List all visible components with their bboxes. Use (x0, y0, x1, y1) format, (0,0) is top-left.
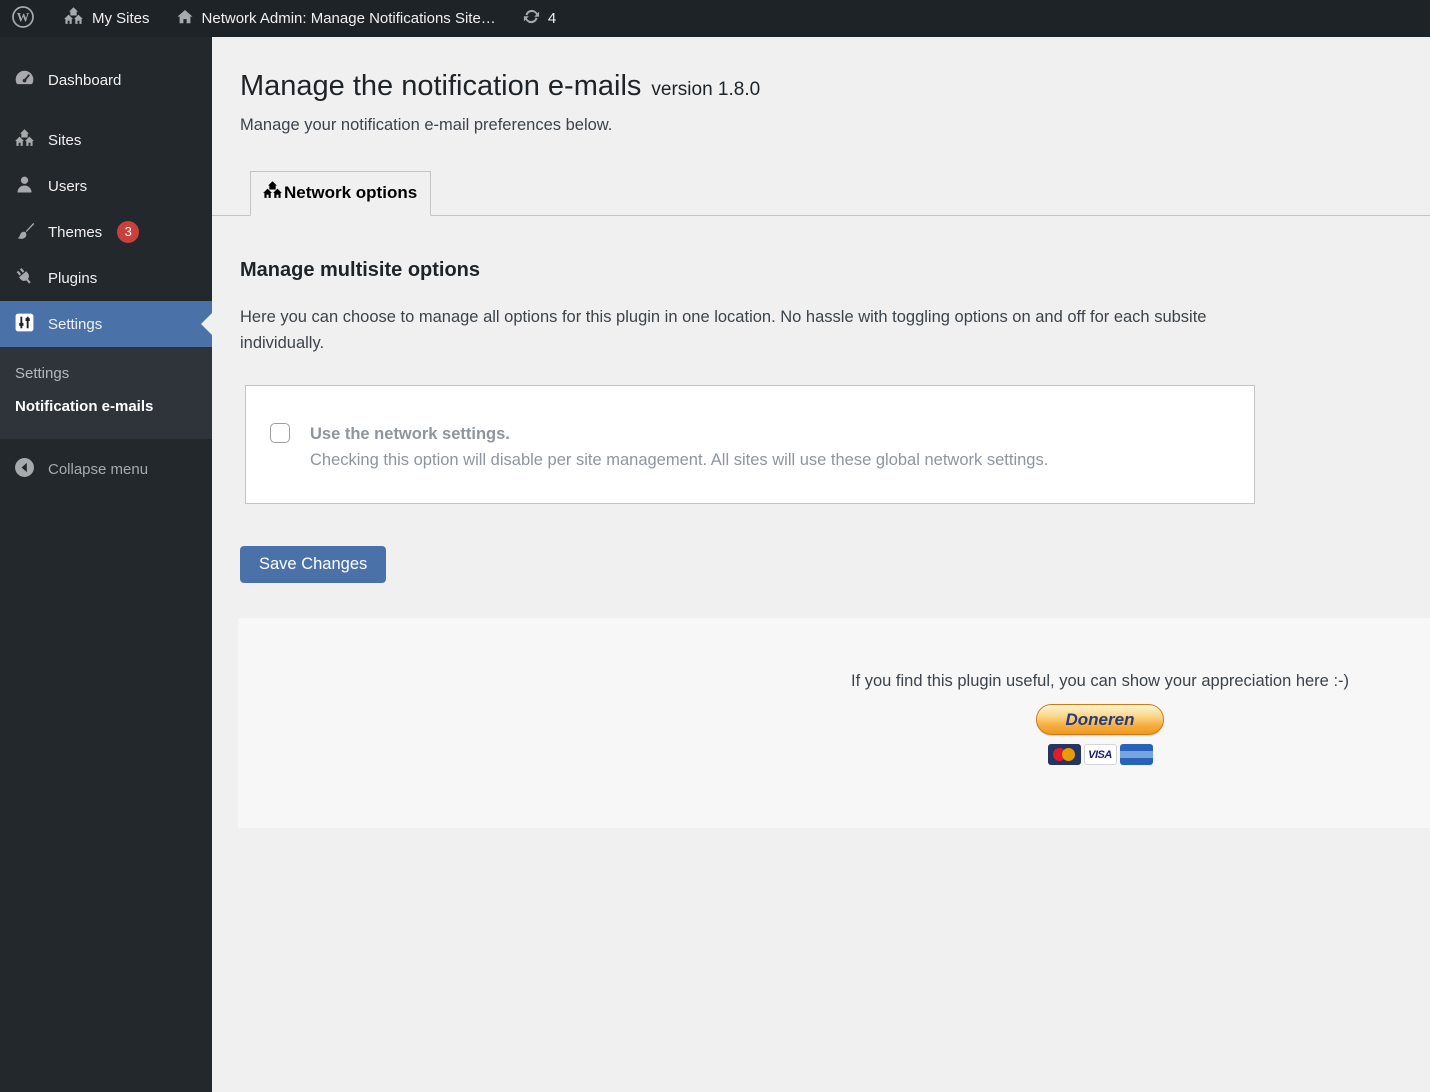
donation-band: If you find this plugin useful, you can … (238, 618, 1430, 828)
admin-bar: W My Sites Network Admin: Manage Notific… (0, 0, 1430, 37)
dashboard-gauge-icon (14, 68, 35, 93)
paypal-donate-button[interactable]: Doneren (1036, 704, 1164, 735)
sidebar-item-label: Settings (48, 316, 102, 333)
multisite-houses-icon (262, 180, 283, 206)
active-menu-arrow (201, 313, 212, 335)
submenu-item-settings[interactable]: Settings (0, 357, 212, 390)
sidebar-item-sites[interactable]: Sites (0, 117, 212, 163)
my-sites-menu[interactable]: My Sites (57, 0, 156, 37)
section-description: Here you can choose to manage all option… (240, 304, 1245, 356)
wordpress-logo-icon: W (11, 5, 35, 33)
multisite-houses-icon (63, 6, 84, 31)
option-description: Checking this option will disable per si… (310, 447, 1048, 473)
sidebar-item-label: Themes (48, 224, 102, 241)
save-changes-button[interactable]: Save Changes (240, 546, 386, 583)
page-title-text: Manage the notification e-mails (240, 70, 641, 102)
plug-icon (14, 266, 35, 291)
my-sites-label: My Sites (92, 10, 150, 27)
visa-icon: VISA (1084, 744, 1117, 765)
donation-message: If you find this plugin useful, you can … (760, 672, 1430, 691)
section-heading: Manage multisite options (240, 259, 1430, 282)
sidebar-item-label: Plugins (48, 270, 97, 287)
payment-cards-row: VISA (760, 744, 1430, 765)
tab-network-options[interactable]: Network options (250, 171, 431, 216)
sidebar-item-themes[interactable]: Themes 3 (0, 209, 212, 255)
collapse-arrow-icon (14, 457, 35, 482)
sidebar-item-plugins[interactable]: Plugins (0, 255, 212, 301)
sidebar-item-label: Dashboard (48, 72, 121, 89)
home-icon (176, 8, 194, 30)
sidebar-item-label: Sites (48, 132, 81, 149)
main-content: Manage the notification e-mails version 1… (212, 37, 1430, 1092)
paintbrush-icon (14, 220, 35, 245)
update-arrows-icon (522, 7, 541, 30)
wordpress-menu[interactable]: W (5, 0, 41, 37)
mastercard-icon (1048, 744, 1081, 765)
svg-text:W: W (17, 10, 30, 24)
american-express-icon (1120, 744, 1153, 765)
admin-sidebar: Dashboard Sites Users (0, 37, 212, 1092)
updates-count: 4 (548, 10, 556, 27)
user-icon (14, 174, 35, 199)
tab-bar: Network options (212, 171, 1430, 216)
themes-update-badge: 3 (117, 221, 139, 243)
sidebar-item-label: Users (48, 178, 87, 195)
multisite-houses-icon (14, 128, 35, 153)
network-admin-site-menu[interactable]: Network Admin: Manage Notifications Site… (170, 0, 502, 37)
network-settings-option-box: Use the network settings. Checking this … (245, 385, 1255, 504)
sidebar-item-dashboard[interactable]: Dashboard (0, 57, 212, 103)
sidebar-item-users[interactable]: Users (0, 163, 212, 209)
settings-submenu: Settings Notification e-mails (0, 347, 212, 439)
option-text: Use the network settings. Checking this … (310, 421, 1048, 473)
page-title: Manage the notification e-mails version 1… (240, 70, 1430, 103)
updates-menu[interactable]: 4 (516, 0, 562, 37)
sliders-icon (14, 312, 35, 337)
page-intro: Manage your notification e-mail preferen… (240, 116, 1430, 135)
collapse-menu-label: Collapse menu (48, 461, 148, 478)
option-label: Use the network settings. (310, 421, 1048, 447)
sidebar-item-settings[interactable]: Settings (0, 301, 212, 347)
submenu-item-notification-emails[interactable]: Notification e-mails (0, 390, 212, 423)
tab-label: Network options (284, 183, 417, 203)
use-network-settings-checkbox[interactable] (270, 423, 290, 443)
collapse-menu-button[interactable]: Collapse menu (0, 449, 212, 489)
plugin-version: version 1.8.0 (651, 79, 760, 100)
network-admin-page-title: Network Admin: Manage Notifications Site… (202, 10, 496, 27)
